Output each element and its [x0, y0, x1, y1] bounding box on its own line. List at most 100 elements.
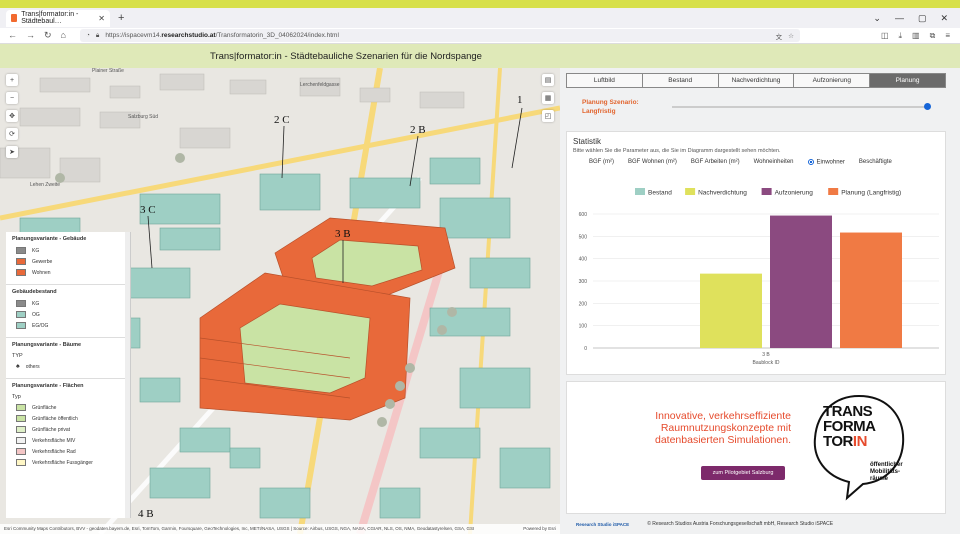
zoom-in-icon[interactable]: +: [6, 74, 18, 86]
pan-icon[interactable]: ✥: [6, 110, 18, 122]
statistik-hint: Bitte wählen Sie die Parameter aus, die …: [573, 148, 781, 154]
logo-tor: TOR: [823, 433, 853, 450]
bar-nachverdichtung: [700, 273, 762, 348]
reload-icon[interactable]: ↻: [44, 30, 52, 41]
legend-label: Verkehrsfläche Rad: [32, 448, 76, 455]
scenario-tabs: Luftbild Bestand Nachverdichtung Aufzoni…: [566, 73, 946, 88]
legend-swatch: [635, 188, 645, 195]
block-label: 3 B: [335, 228, 351, 240]
legend-sub: Typ: [12, 394, 21, 400]
tab-aufzonierung[interactable]: Aufzonierung: [794, 74, 871, 87]
close-window-icon[interactable]: ✕: [940, 13, 948, 24]
legend-label: Grünfläche: [32, 404, 57, 411]
map-label: Lerchenfeldgasse: [300, 82, 340, 88]
new-tab-icon[interactable]: +: [118, 12, 124, 24]
legend-section-title: Planungsvariante - Gebäude: [12, 236, 87, 242]
legend-section: Planungsvariante - Gebäude KG Gewerbe Wo…: [6, 232, 130, 285]
library-icon[interactable]: ▥: [912, 31, 920, 41]
block-label: 1: [517, 94, 523, 106]
basemap-icon[interactable]: ▦: [542, 92, 554, 104]
pilotgebiet-button[interactable]: zum Pilotgebiet Salzburg: [701, 466, 785, 480]
logo-line: FORMA: [823, 418, 876, 435]
legend-swatch: [761, 188, 772, 195]
layers-icon[interactable]: ▤: [542, 74, 554, 86]
logo-text: TRANS FORMA TORIN: [823, 404, 876, 449]
option-bgf[interactable]: BGF (m²): [589, 159, 614, 165]
zoom-out-icon[interactable]: −: [6, 92, 18, 104]
extensions-icon[interactable]: ⧉: [930, 31, 936, 41]
powered-by-link[interactable]: Powered by Esri: [523, 526, 556, 531]
back-icon[interactable]: ←: [8, 30, 17, 41]
legend-section-title: Planungsvariante - Flächen: [12, 383, 84, 389]
option-bgf-wohnen[interactable]: BGF Wohnen (m²): [628, 159, 677, 165]
legend-scrollbar[interactable]: [125, 232, 130, 518]
bookmark-star-icon[interactable]: ☆: [788, 32, 794, 40]
close-tab-icon[interactable]: ✕: [98, 14, 105, 23]
block-label: 2 B: [410, 124, 426, 136]
tab-nachverdichtung[interactable]: Nachverdichtung: [718, 74, 795, 87]
rotate-icon[interactable]: ⟳: [6, 128, 18, 140]
maximize-icon[interactable]: ▢: [918, 13, 927, 24]
logo-in: IN: [852, 433, 868, 450]
option-einwohner[interactable]: Einwohner: [807, 159, 845, 166]
legend-section: Planungsvariante - Flächen Typ Grünfläch…: [6, 379, 130, 474]
radio-selected-icon[interactable]: [807, 159, 814, 165]
browser-tab[interactable]: Trans|formator:in - Städtebaul… ✕: [6, 9, 110, 27]
tab-luftbild[interactable]: Luftbild: [567, 74, 643, 87]
footer-brand[interactable]: Research Studio iSPACE: [576, 522, 629, 527]
logo-line: TORIN: [823, 434, 876, 449]
option-wohneinheiten[interactable]: Wohneinheiten: [754, 159, 794, 165]
legend-section-title: Planungsvariante - Bäume: [12, 342, 82, 348]
chevron-down-icon[interactable]: ⌄: [873, 13, 881, 24]
map-label: Plainer Straße: [92, 68, 124, 74]
attribution-text: Esri Community Maps Contributors, BVV - …: [4, 526, 475, 531]
forward-icon[interactable]: →: [26, 30, 35, 41]
legend-swatch: [828, 188, 839, 195]
map-label: Salzburg Süd: [128, 114, 159, 120]
statistik-card: Statistik Bitte wählen Sie die Parameter…: [566, 131, 946, 375]
minimize-icon[interactable]: —: [895, 13, 904, 24]
home-icon[interactable]: ⌂: [61, 30, 66, 41]
menu-icon[interactable]: ≡: [945, 31, 950, 41]
map-legend[interactable]: Planungsvariante - Gebäude KG Gewerbe Wo…: [6, 232, 131, 518]
tab-bestand[interactable]: Bestand: [642, 74, 719, 87]
y-tick-label: 0: [584, 346, 587, 352]
legend-label: others: [25, 363, 40, 370]
downloads-icon[interactable]: ⤓: [899, 31, 903, 41]
block-label: 2 C: [274, 114, 290, 126]
legend-swatch: [685, 188, 696, 195]
legend-label: KG: [32, 300, 40, 307]
top-accent-strip: [0, 0, 960, 8]
url-field[interactable]: ◔ 🔒︎ https://ispacevm14.researchstudio.a…: [79, 29, 800, 42]
logo-sub-line: räume: [870, 476, 889, 482]
option-beschaeftigte[interactable]: Beschäftigte: [859, 159, 892, 165]
compass-icon[interactable]: ➤: [6, 146, 18, 158]
legend-sub: TYP: [12, 353, 23, 359]
scenario-slider[interactable]: [672, 103, 931, 110]
option-einwohner-label: Einwohner: [816, 159, 845, 166]
legend-label: Grünfläche privat: [32, 426, 71, 433]
option-bgf-arbeiten[interactable]: BGF Arbeiten (m²): [691, 159, 740, 165]
tab-planung[interactable]: Planung: [870, 74, 945, 87]
legend-label: EG/OG: [32, 322, 49, 329]
promo-card: Innovative, verkehrseffiziente Raumnutzu…: [566, 381, 946, 514]
slider-handle[interactable]: [924, 103, 931, 110]
favicon-icon: [11, 14, 18, 22]
translate-icon[interactable]: 文: [776, 31, 783, 41]
legend-entry: Planung (Langfristig): [841, 190, 901, 197]
legend-swatch: [16, 269, 26, 276]
legend-swatch: [16, 258, 26, 265]
lock-icon: 🔒︎: [95, 31, 100, 39]
side-panel: Luftbild Bestand Nachverdichtung Aufzoni…: [560, 68, 960, 534]
legend-swatch: [16, 437, 26, 444]
measure-icon[interactable]: ◰: [542, 110, 554, 122]
bar-aufzonierung: [770, 215, 832, 348]
legend-item: Grünfläche öffentlich: [16, 415, 124, 422]
x-axis-label: Baublock ID: [753, 360, 780, 366]
legend-label: OG: [32, 311, 40, 318]
promo-line: Innovative, verkehrseffiziente: [655, 410, 791, 422]
legend-swatch: [16, 448, 26, 455]
legend-swatch: [16, 415, 26, 422]
legend-item: Verkehrsfläche MIV: [16, 437, 124, 444]
pocket-icon[interactable]: ◫: [881, 31, 889, 41]
